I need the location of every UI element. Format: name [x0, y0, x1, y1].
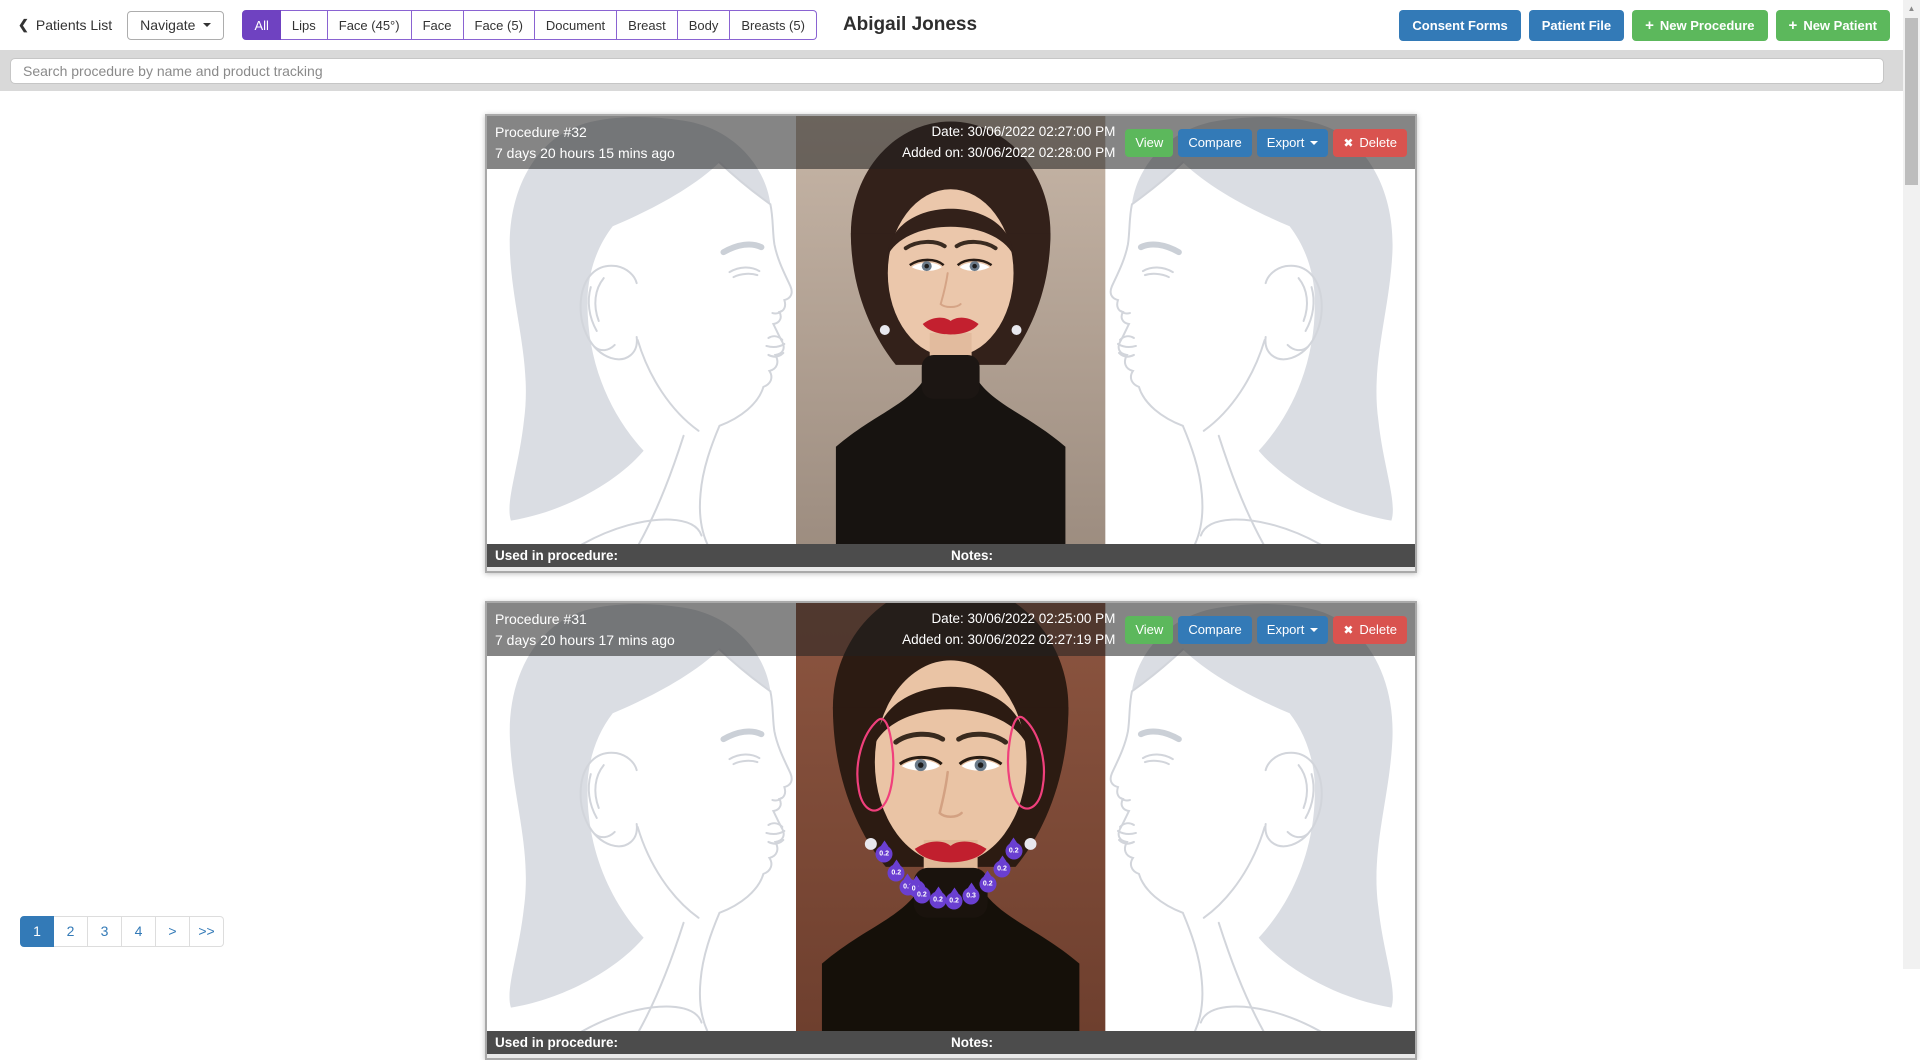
x-icon: ✖: [1343, 136, 1353, 150]
new-procedure-button[interactable]: + New Procedure: [1632, 10, 1767, 41]
silhouette-right-image[interactable]: [1106, 603, 1415, 1031]
procedure-added-on: Added on: 30/06/2022 02:27:19 PM: [902, 630, 1115, 650]
filter-tab-face-5[interactable]: Face (5): [464, 10, 535, 40]
silhouette-right-image[interactable]: [1106, 116, 1415, 544]
page-button-4[interactable]: 4: [122, 916, 156, 947]
injection-marker[interactable]: 0.2: [930, 892, 947, 909]
filter-tab-lips[interactable]: Lips: [281, 10, 328, 40]
injection-marker[interactable]: 0.2: [979, 876, 996, 893]
injection-marker[interactable]: 0.2: [913, 886, 930, 903]
export-dropdown[interactable]: Export: [1257, 616, 1329, 644]
filter-tab-face[interactable]: Face: [412, 10, 464, 40]
navigate-dropdown[interactable]: Navigate: [127, 11, 224, 40]
notes-label: Notes:: [951, 544, 993, 567]
treatment-outline-marks: [796, 603, 1105, 1031]
filter-tab-group: AllLipsFace (45°)FaceFace (5)DocumentBre…: [242, 10, 817, 40]
silhouette-left-image[interactable]: [487, 116, 796, 544]
procedure-added-on: Added on: 30/06/2022 02:28:00 PM: [902, 143, 1115, 163]
view-button[interactable]: View: [1125, 129, 1173, 157]
used-in-procedure-label: Used in procedure:: [495, 548, 618, 563]
x-icon: ✖: [1343, 623, 1353, 637]
injection-marker[interactable]: 0.2: [876, 845, 893, 862]
patients-list-link[interactable]: ❮ Patients List: [18, 17, 112, 33]
silhouette-left-image[interactable]: [487, 603, 796, 1031]
annotation-layer: 0.20.20.30.20.20.20.20.30.20.20.2: [796, 603, 1105, 1031]
new-patient-button[interactable]: + New Patient: [1776, 10, 1890, 41]
delete-button[interactable]: ✖ Delete: [1333, 129, 1407, 157]
procedure-card-32: Procedure #32 7 days 20 hours 15 mins ag…: [485, 114, 1417, 573]
search-input[interactable]: [10, 58, 1884, 84]
procedure-media: Procedure #32 7 days 20 hours 15 mins ag…: [487, 116, 1415, 544]
procedure-date: Date: 30/06/2022 02:27:00 PM: [902, 122, 1115, 142]
procedure-footer: Used in procedure: Notes:: [487, 1031, 1415, 1054]
procedure-title: Procedure #32: [495, 122, 902, 142]
patient-photo-annotated[interactable]: 0.20.20.30.20.20.20.20.30.20.20.2: [796, 603, 1105, 1031]
caret-down-icon: [1310, 628, 1318, 632]
caret-down-icon: [203, 23, 211, 27]
injection-marker[interactable]: 0.2: [1005, 843, 1022, 860]
patient-photo[interactable]: [796, 116, 1105, 544]
plus-icon: +: [1645, 17, 1654, 34]
compare-button[interactable]: Compare: [1178, 129, 1251, 157]
vertical-scrollbar[interactable]: ▲: [1903, 0, 1920, 969]
procedure-card-31: 0.20.20.30.20.20.20.20.30.20.20.2 Proced…: [485, 601, 1417, 1060]
page-button-[interactable]: >: [156, 916, 190, 947]
injection-marker[interactable]: 0.2: [994, 861, 1011, 878]
filter-tab-body[interactable]: Body: [678, 10, 731, 40]
export-dropdown[interactable]: Export: [1257, 129, 1329, 157]
injection-marker[interactable]: 0.3: [963, 888, 980, 905]
scroll-up-arrow-icon[interactable]: ▲: [1903, 0, 1920, 16]
caret-down-icon: [1310, 141, 1318, 145]
filter-tab-document[interactable]: Document: [535, 10, 617, 40]
search-band: [0, 50, 1920, 91]
navigate-label: Navigate: [140, 17, 195, 33]
procedure-header: Procedure #32 7 days 20 hours 15 mins ag…: [487, 116, 1415, 169]
procedure-media: 0.20.20.30.20.20.20.20.30.20.20.2 Proced…: [487, 603, 1415, 1031]
procedure-title: Procedure #31: [495, 609, 902, 629]
chevron-left-icon: ❮: [18, 17, 29, 33]
filter-tab-face-45[interactable]: Face (45°): [328, 10, 412, 40]
pagination: 1234>>>: [20, 916, 224, 947]
view-button[interactable]: View: [1125, 616, 1173, 644]
procedure-list: Procedure #32 7 days 20 hours 15 mins ag…: [0, 114, 1920, 1060]
page-button-2[interactable]: 2: [54, 916, 88, 947]
plus-icon: +: [1789, 17, 1798, 34]
page-button-[interactable]: >>: [190, 916, 224, 947]
scrollbar-thumb[interactable]: [1905, 18, 1918, 185]
consent-forms-button[interactable]: Consent Forms: [1399, 10, 1520, 41]
procedure-header: Procedure #31 7 days 20 hours 17 mins ag…: [487, 603, 1415, 656]
compare-button[interactable]: Compare: [1178, 616, 1251, 644]
patient-name: Abigail Joness: [843, 14, 977, 36]
filter-tab-breast[interactable]: Breast: [617, 10, 678, 40]
notes-label: Notes:: [951, 1031, 993, 1054]
app: ❮ Patients List Navigate AllLipsFace (45…: [0, 0, 1920, 1060]
patient-file-button[interactable]: Patient File: [1529, 10, 1624, 41]
procedure-age: 7 days 20 hours 15 mins ago: [495, 143, 902, 163]
used-in-procedure-label: Used in procedure:: [495, 1035, 618, 1050]
procedure-footer: Used in procedure: Notes:: [487, 544, 1415, 567]
top-navbar: ❮ Patients List Navigate AllLipsFace (45…: [0, 0, 1920, 50]
procedure-date: Date: 30/06/2022 02:25:00 PM: [902, 609, 1115, 629]
page-button-3[interactable]: 3: [88, 916, 122, 947]
filter-tab-breasts-5[interactable]: Breasts (5): [730, 10, 817, 40]
procedure-age: 7 days 20 hours 17 mins ago: [495, 630, 902, 650]
delete-button[interactable]: ✖ Delete: [1333, 616, 1407, 644]
patients-list-label: Patients List: [36, 17, 112, 33]
nav-action-buttons: Consent Forms Patient File + New Procedu…: [1399, 10, 1890, 41]
filter-tab-all[interactable]: All: [242, 10, 280, 40]
page-button-1[interactable]: 1: [20, 916, 54, 947]
injection-marker[interactable]: 0.2: [946, 893, 963, 910]
